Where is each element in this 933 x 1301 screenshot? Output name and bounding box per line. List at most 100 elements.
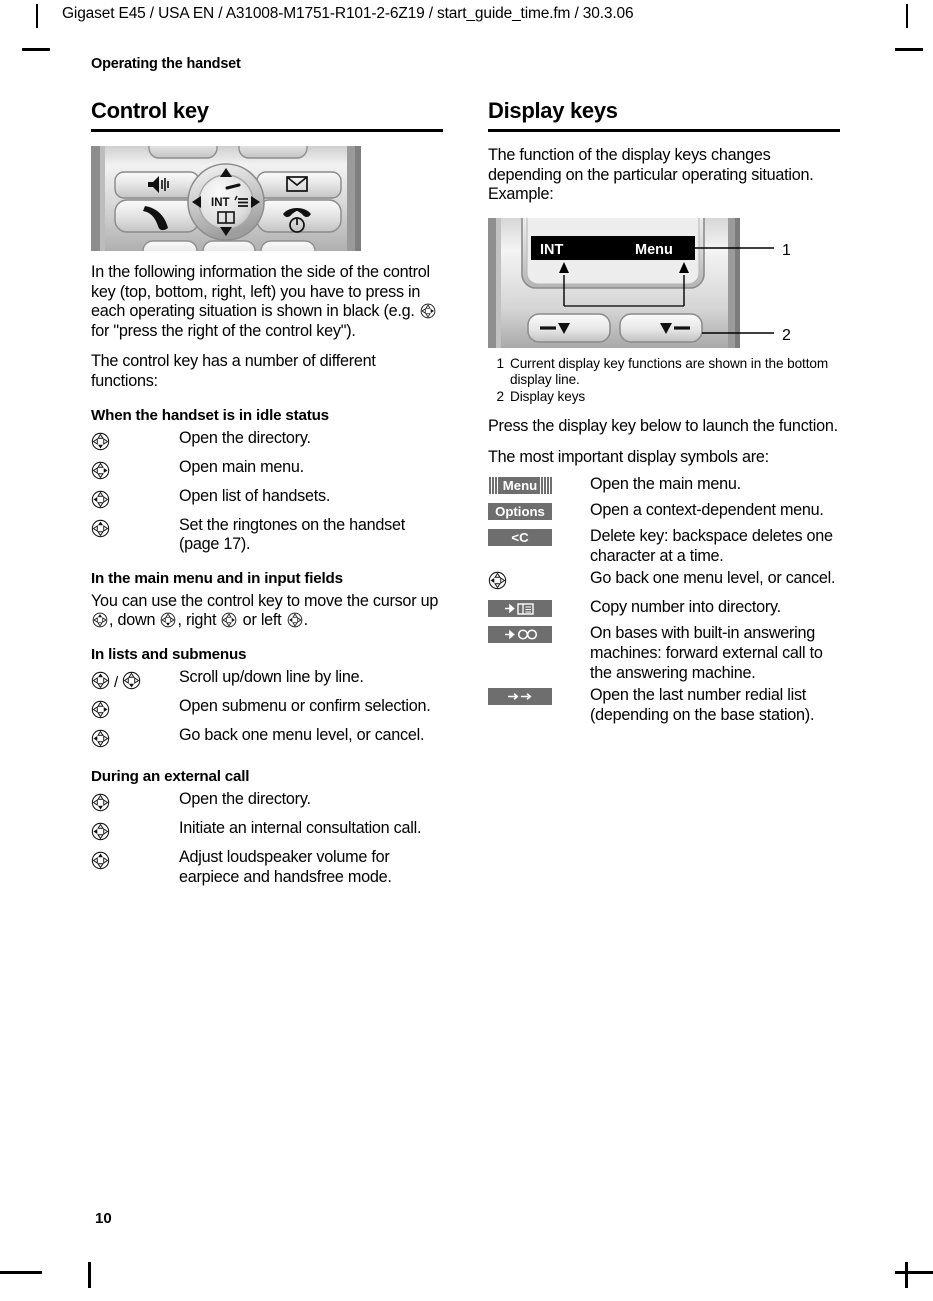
intro-text-a: In the following information the side of… [91, 263, 430, 321]
page-title-control-key: Control key [91, 98, 209, 123]
crop-mark-bottom-left-horizontal [0, 1271, 42, 1274]
display-label-menu: Menu [635, 242, 673, 258]
list-item-label: Open the main menu. [590, 475, 741, 494]
caption-number: 2 [496, 388, 505, 404]
badge-label: Menu [502, 478, 538, 494]
list-item: Open the last number redial list (depend… [488, 686, 840, 725]
list-item-label: Set the ringtones on the handset (page 1… [179, 515, 405, 554]
main-menu-paragraph: You can use the control key to move the … [91, 592, 443, 631]
control-key-functions-paragraph: The control key has a number of differen… [91, 352, 376, 390]
display-keys-illustration: INT Menu 1 2 [488, 194, 791, 348]
display-label-int: INT [540, 242, 564, 258]
section-rule [91, 129, 443, 132]
crop-mark-bottom-left-vertical [88, 1262, 91, 1288]
list-item: <C Delete key: backspace deletes one cha… [488, 527, 840, 566]
callout-number-1: 1 [782, 242, 791, 259]
external-call-list: Open the directory. Initiate an internal… [91, 790, 443, 887]
subheading-idle-status: When the handset is in idle status [91, 406, 329, 424]
control-key-intro-paragraph: In the following information the side of… [91, 263, 443, 341]
right-column: Display keys The function of the display… [488, 98, 840, 727]
list-item: On bases with built-in answering machine… [488, 624, 840, 683]
page-number: 10 [95, 1210, 112, 1227]
display-symbols-list: Menu Open the main menu. Options Open a … [488, 475, 840, 725]
list-item-label: Go back one menu level, or cancel. [590, 569, 836, 588]
list-item: 2 Display keys [488, 389, 840, 405]
list-item: Open submenu or confirm selection. [91, 697, 443, 724]
lists-submenus-list: / Scroll up/down line by line. Open subm… [91, 668, 443, 753]
nav-right-icon [420, 303, 436, 319]
section-rule [488, 129, 840, 132]
display-keys-intro-paragraph: The function of the display keys changes… [488, 146, 814, 204]
list-item: Open list of handsets. [91, 487, 443, 514]
badge-copy-to-directory [488, 598, 590, 622]
caption-text: Current display key functions are shown … [510, 355, 829, 388]
main-menu-text-e: . [303, 611, 309, 630]
idle-status-list: Open the directory. Open main menu. Open… [91, 429, 443, 555]
main-menu-text-c: , right [177, 611, 221, 630]
list-item-label: Open list of handsets. [179, 486, 331, 505]
list-item: Open main menu. [91, 458, 443, 485]
list-item: Set the ringtones on the handset (page 1… [91, 516, 443, 555]
crop-mark-top-right-vertical [906, 4, 908, 28]
caption-text: Display keys [510, 388, 586, 404]
badge-label: <C [511, 530, 529, 546]
nav-up-icon [91, 671, 110, 690]
nav-left-icon [287, 613, 302, 628]
list-item-label: Initiate an internal consultation call. [179, 818, 422, 837]
list-item: Copy number into directory. [488, 598, 840, 622]
display-symbols-intro: The most important display symbols are: [488, 447, 769, 466]
badge-last-number-redial [488, 686, 590, 710]
list-item: Open the directory. [91, 790, 443, 817]
nav-right-icon [222, 613, 237, 628]
display-keys-figure: INT Menu 1 2 [488, 194, 828, 348]
badge-delete-key: <C [488, 527, 590, 551]
list-item: 1 Current display key functions are show… [488, 356, 840, 389]
caption-number: 1 [496, 355, 505, 371]
separator-slash: / [114, 673, 119, 691]
arrow-to-answering-machine-icon [488, 626, 552, 644]
int-label: INT [211, 197, 230, 209]
list-item-label: Adjust loudspeaker volume for earpiece a… [179, 847, 392, 886]
subheading-main-menu: In the main menu and in input fields [91, 569, 343, 587]
control-key-figure: INT [91, 131, 361, 268]
list-item-label: Open main menu. [179, 457, 304, 476]
crop-mark-top-right-horizontal [895, 48, 923, 51]
crop-mark-bottom-right-vertical [905, 1262, 908, 1288]
list-item-label: Open submenu or confirm selection. [179, 696, 431, 715]
figure-caption-list: 1 Current display key functions are show… [488, 356, 840, 405]
main-menu-text-a: You can use the control key to move the … [91, 591, 439, 610]
list-item: Go back one menu level, or cancel. [488, 569, 840, 595]
nav-up-down-pair: / [91, 668, 179, 695]
list-item-label: Open the directory. [179, 789, 311, 808]
badge-label: Options [495, 504, 545, 520]
nav-left-icon [91, 726, 179, 753]
nav-left-icon [91, 487, 179, 514]
nav-right-icon [91, 697, 179, 724]
list-item: Menu Open the main menu. [488, 475, 840, 499]
list-item: Adjust loudspeaker volume for earpiece a… [91, 848, 443, 887]
nav-right-icon [91, 458, 179, 485]
nav-left-icon [91, 819, 179, 846]
double-arrow-redial-icon [488, 688, 552, 706]
nav-up-icon [91, 516, 179, 543]
badge-forward-to-answering-machine [488, 624, 590, 648]
running-head: Gigaset E45 / USA EN / A31008-M1751-R101… [62, 5, 634, 22]
nav-left-icon [488, 569, 590, 595]
list-item-label: Open the directory. [179, 428, 311, 447]
nav-down-icon [91, 429, 179, 456]
arrow-to-directory-icon [488, 600, 552, 618]
list-item: Go back one menu level, or cancel. [91, 726, 443, 753]
subheading-lists-submenus: In lists and submenus [91, 645, 247, 663]
list-item-label: Open a context-dependent menu. [590, 501, 824, 520]
list-item-label: Go back one menu level, or cancel. [179, 725, 425, 744]
intro-text-b: for "press the right of the control key"… [91, 321, 356, 340]
main-menu-text-b: , down [109, 611, 160, 630]
nav-down-icon [122, 671, 141, 690]
crop-mark-top-left-vertical [36, 4, 38, 28]
list-item-label: Scroll up/down line by line. [179, 667, 364, 686]
left-column: Control key INT In the following informa… [91, 98, 443, 889]
main-menu-text-d: or left [238, 611, 286, 630]
list-item-label: Copy number into directory. [590, 598, 781, 617]
list-item-label: On bases with built-in answering machine… [590, 624, 823, 682]
list-item: Options Open a context-dependent menu. [488, 501, 840, 525]
